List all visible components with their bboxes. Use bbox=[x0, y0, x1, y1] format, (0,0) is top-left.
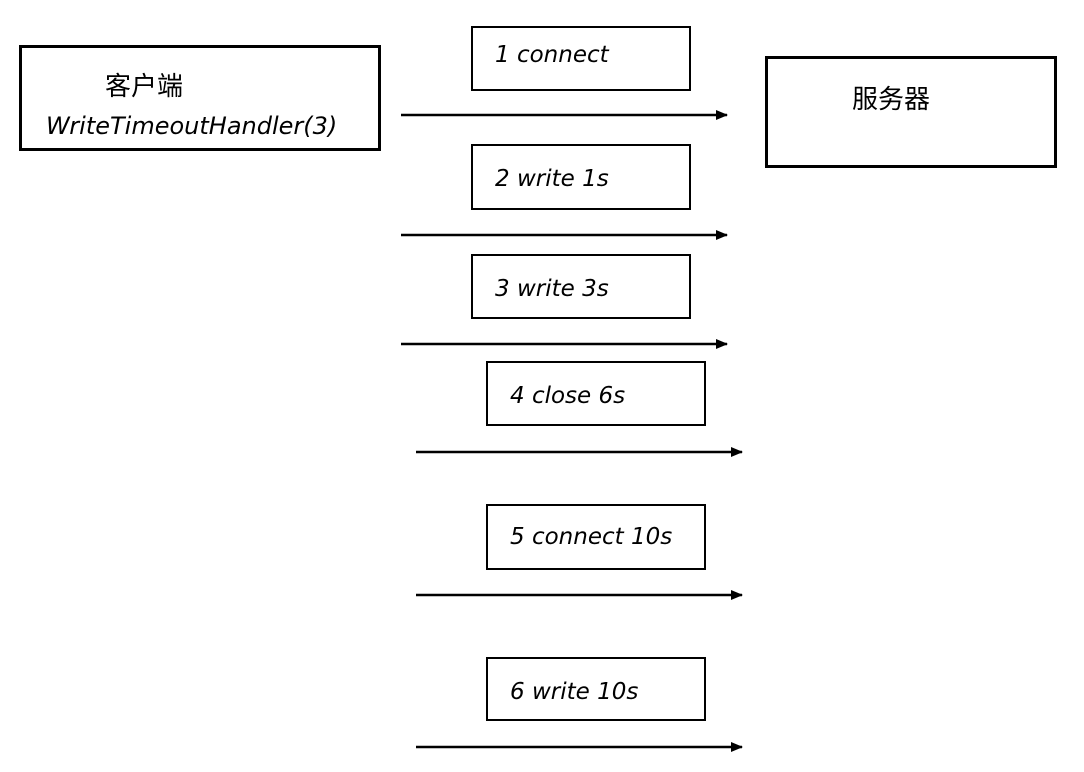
arrows-layer bbox=[401, 110, 743, 752]
